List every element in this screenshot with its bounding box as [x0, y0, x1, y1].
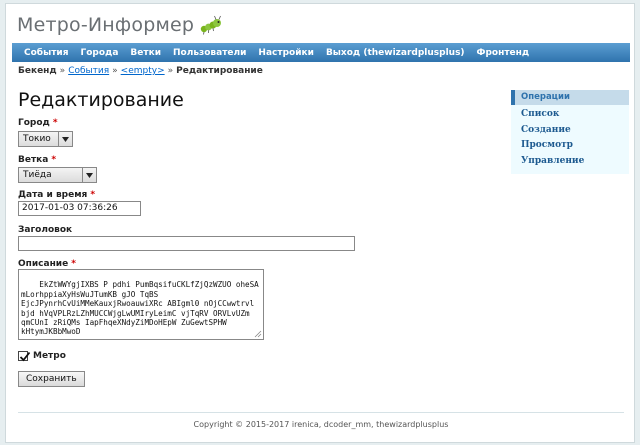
menu-item-lines[interactable]: Ветки — [124, 48, 167, 58]
page-container: Метро-Информер События Города Ветки Поль… — [5, 3, 635, 443]
breadcrumb: Бекенд» События» <empty>» Редактирование — [18, 66, 263, 76]
dropdown-arrow-icon — [58, 132, 72, 146]
footer-divider — [18, 412, 624, 413]
line-label: Ветка * — [18, 155, 56, 165]
breadcrumb-separator: » — [167, 66, 174, 76]
datetime-label-text: Дата и время — [18, 190, 88, 200]
breadcrumb-root: Бекенд — [18, 66, 57, 76]
description-text: EkZtWWYgjIXBS P pdhi PumBqsifuCKLfZjQzWZ… — [21, 280, 259, 337]
page-title: Редактирование — [18, 89, 184, 111]
operations-sidebar: Операции Список Создание Просмотр Управл… — [511, 90, 629, 174]
checkmark-icon — [19, 351, 31, 362]
main-menu: События Города Ветки Пользователи Настро… — [12, 43, 630, 62]
site-header: Метро-Информер — [17, 12, 222, 38]
line-select[interactable]: Тиёда — [18, 167, 97, 183]
menu-item-events[interactable]: События — [18, 48, 75, 58]
menu-item-cities[interactable]: Города — [75, 48, 125, 58]
required-mark: * — [71, 259, 76, 269]
description-label: Описание * — [18, 259, 76, 269]
required-mark: * — [90, 190, 96, 200]
line-label-text: Ветка — [18, 155, 49, 165]
sidebar-item-view[interactable]: Просмотр — [521, 140, 629, 156]
sidebar-item-list[interactable]: Список — [521, 109, 629, 125]
operations-list: Список Создание Просмотр Управление — [511, 105, 629, 171]
dropdown-arrow-icon — [82, 168, 96, 182]
sidebar-item-create[interactable]: Создание — [521, 125, 629, 141]
breadcrumb-separator: » — [59, 66, 66, 76]
city-label: Город * — [18, 118, 58, 128]
menu-item-settings[interactable]: Настройки — [252, 48, 320, 58]
line-select-value: Тиёда — [23, 170, 52, 180]
city-label-text: Город — [18, 118, 50, 128]
heading-input[interactable] — [18, 236, 355, 251]
city-select[interactable]: Токио — [18, 131, 73, 147]
site-title: Метро-Информер — [17, 14, 195, 36]
heading-label: Заголовок — [18, 225, 73, 235]
breadcrumb-current: Редактирование — [176, 66, 263, 76]
breadcrumb-separator: » — [112, 66, 118, 76]
metro-checkbox-row[interactable]: Метро — [18, 351, 66, 362]
resize-grip-icon[interactable] — [254, 330, 262, 338]
city-select-value: Токио — [23, 134, 51, 144]
description-label-text: Описание — [18, 259, 69, 269]
description-textarea[interactable]: EkZtWWYgjIXBS P pdhi PumBqsifuCKLfZjQzWZ… — [18, 269, 264, 340]
menu-item-users[interactable]: Пользователи — [167, 48, 252, 58]
menu-item-frontend[interactable]: Фронтенд — [471, 48, 536, 58]
footer-copyright: Copyright © 2015-2017 irenica, dcoder_mm… — [193, 420, 449, 429]
breadcrumb-link-events[interactable]: События — [68, 66, 109, 76]
save-button[interactable]: Сохранить — [18, 371, 85, 387]
sidebar-title: Операции — [511, 90, 629, 105]
breadcrumb-link-empty[interactable]: <empty> — [121, 66, 165, 76]
sidebar-item-manage[interactable]: Управление — [521, 156, 629, 172]
menu-item-logout[interactable]: Выход (thewizardplusplus) — [320, 48, 471, 58]
required-mark: * — [51, 155, 57, 165]
datetime-label: Дата и время * — [18, 190, 95, 200]
datetime-input[interactable]: 2017-01-03 07:36:26 — [18, 201, 141, 216]
metro-checkbox[interactable] — [18, 351, 31, 362]
required-mark: * — [52, 118, 58, 128]
caterpillar-logo-icon — [200, 15, 222, 35]
metro-checkbox-label: Метро — [33, 351, 66, 361]
